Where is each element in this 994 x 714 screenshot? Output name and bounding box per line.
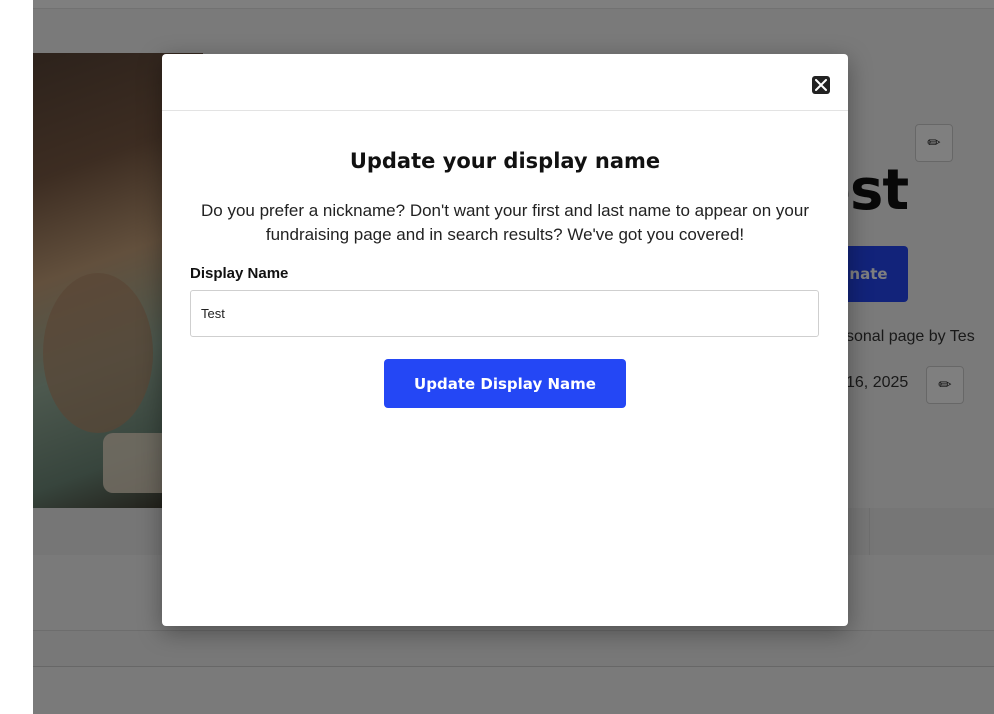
pencil-icon: ✏ (927, 135, 941, 152)
modal-description: Do you prefer a nickname? Don't want you… (200, 201, 809, 244)
left-margin (0, 0, 33, 714)
display-name-label: Display Name (190, 265, 289, 282)
divider (869, 508, 870, 555)
pencil-icon: ✏ (938, 377, 952, 394)
date-text: 16, 2025 (846, 374, 909, 391)
modal-title: Update your display name (349, 149, 661, 173)
update-display-name-button[interactable]: Update Display Name (384, 359, 626, 408)
close-icon (815, 79, 827, 91)
divider (33, 8, 994, 9)
edit-headline-button[interactable]: ✏ (915, 124, 953, 162)
modal-header (162, 54, 848, 111)
photo-detail (43, 273, 153, 433)
update-display-name-modal: Update your display name Do you prefer a… (162, 54, 848, 626)
close-button[interactable] (812, 76, 830, 94)
content-band (33, 630, 994, 667)
edit-date-button[interactable]: ✏ (926, 366, 964, 404)
page-date: 16, 2025 (846, 374, 908, 392)
personal-page-byline: sonal page by Tes (846, 328, 975, 345)
display-name-input[interactable] (190, 290, 819, 337)
